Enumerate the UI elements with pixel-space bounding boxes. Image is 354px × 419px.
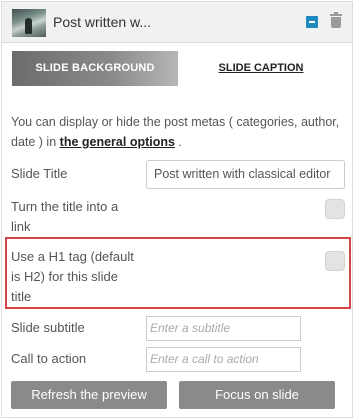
slide-header[interactable]: Post written w... bbox=[2, 2, 352, 43]
post-metas-info: You can display or hide the post metas (… bbox=[11, 112, 345, 152]
minus-square-icon[interactable] bbox=[306, 16, 318, 28]
tab-slide-caption-label: SLIDE CAPTION bbox=[218, 62, 304, 74]
trash-icon-can bbox=[331, 17, 341, 28]
slide-header-title: Post written w... bbox=[53, 14, 152, 30]
call-to-action-label: Call to action bbox=[11, 351, 87, 366]
slide-title-label: Slide Title bbox=[11, 166, 68, 181]
thumbnail-figure bbox=[25, 18, 32, 34]
h1-tag-label: Use a H1 tag (default is H2) for this sl… bbox=[11, 249, 134, 304]
post-metas-info-suffix: . bbox=[174, 135, 182, 149]
tab-slide-background[interactable]: SLIDE BACKGROUND bbox=[12, 51, 178, 86]
title-link-toggle[interactable] bbox=[325, 199, 345, 219]
slide-subtitle-input[interactable]: Enter a subtitle bbox=[146, 316, 301, 341]
slide-subtitle-label: Slide subtitle bbox=[11, 320, 85, 335]
slide-panel: Post written w... SLIDE BACKGROUND SLIDE… bbox=[1, 1, 353, 418]
focus-on-slide-button[interactable]: Focus on slide bbox=[179, 381, 335, 409]
tab-slide-caption[interactable]: SLIDE CAPTION bbox=[178, 51, 344, 86]
slide-thumbnail bbox=[12, 9, 46, 37]
refresh-preview-button[interactable]: Refresh the preview bbox=[11, 381, 167, 409]
trash-icon[interactable] bbox=[330, 12, 342, 28]
slide-title-input[interactable]: Post written with classical editor bbox=[146, 160, 345, 189]
call-to-action-input[interactable]: Enter a call to action bbox=[146, 347, 301, 372]
h1-tag-toggle[interactable] bbox=[325, 251, 345, 271]
trash-icon-lid bbox=[330, 14, 342, 16]
title-link-label: Turn the title into a link bbox=[11, 199, 119, 234]
general-options-link[interactable]: the general options bbox=[60, 135, 175, 149]
